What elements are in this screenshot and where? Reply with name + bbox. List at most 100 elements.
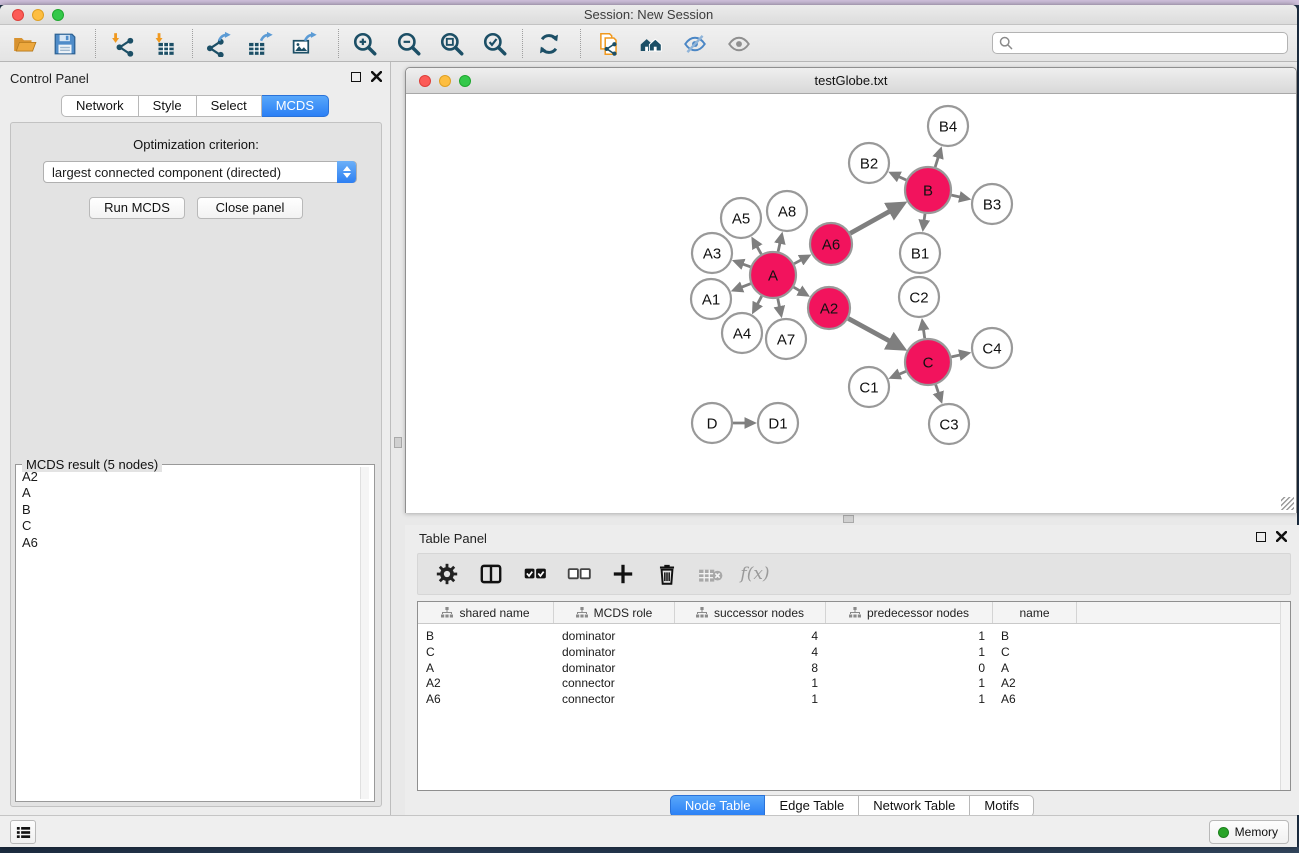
- new-network-from-selection-icon[interactable]: [594, 30, 624, 57]
- table-tab-motifs[interactable]: Motifs: [970, 795, 1034, 817]
- deselect-all-checkboxes-icon[interactable]: [564, 559, 594, 589]
- open-session-icon[interactable]: [10, 30, 40, 57]
- graph-node-B1[interactable]: B1: [900, 233, 940, 273]
- tab-select[interactable]: Select: [197, 95, 262, 117]
- edge-A-A1[interactable]: [734, 284, 750, 290]
- network-canvas[interactable]: B4B2BB3A8A5A6A3B1AC2A1A2A4A7C4CC1C3DD1: [406, 94, 1296, 513]
- graph-node-A1[interactable]: A1: [691, 279, 731, 319]
- edge-A-A3[interactable]: [735, 261, 750, 266]
- column-header-predecessor-nodes[interactable]: predecessor nodes: [826, 602, 993, 623]
- table-tab-edge-table[interactable]: Edge Table: [765, 795, 859, 817]
- column-header-successor-nodes[interactable]: successor nodes: [675, 602, 826, 623]
- tab-style[interactable]: Style: [139, 95, 197, 117]
- show-columns-icon[interactable]: [476, 559, 506, 589]
- mcds-result-item[interactable]: A2: [18, 469, 358, 485]
- zoom-in-icon[interactable]: [350, 30, 380, 57]
- edge-B-B2[interactable]: [892, 173, 907, 180]
- close-panel-icon[interactable]: [371, 71, 382, 82]
- edge-A-A6[interactable]: [794, 256, 808, 264]
- edge-A-A5[interactable]: [753, 240, 761, 254]
- column-header-shared-name[interactable]: shared name: [418, 602, 554, 623]
- graph-node-A2[interactable]: A2: [808, 287, 850, 329]
- mcds-result-item[interactable]: A6: [18, 535, 358, 551]
- close-panel-button[interactable]: Close panel: [197, 197, 303, 219]
- mcds-list-scrollbar[interactable]: [360, 467, 369, 799]
- add-row-icon[interactable]: [608, 559, 638, 589]
- graph-node-A8[interactable]: A8: [767, 191, 807, 231]
- horizontal-splitter-handle[interactable]: [843, 515, 854, 523]
- edge-A2-C[interactable]: [848, 319, 902, 348]
- float-table-panel-icon[interactable]: [1256, 532, 1266, 542]
- refresh-view-icon[interactable]: [534, 30, 564, 57]
- first-neighbors-icon[interactable]: [636, 30, 666, 57]
- zoom-fit-icon[interactable]: [437, 30, 467, 57]
- edge-B-B1[interactable]: [923, 214, 925, 229]
- show-all-icon[interactable]: [724, 30, 754, 57]
- table-row[interactable]: Adominator80A: [418, 661, 1290, 677]
- tab-network[interactable]: Network: [61, 95, 139, 117]
- graph-node-B2[interactable]: B2: [849, 143, 889, 183]
- column-header-MCDS-role[interactable]: MCDS role: [554, 602, 675, 623]
- edge-A-A7[interactable]: [778, 299, 781, 315]
- table-row[interactable]: Cdominator41C: [418, 645, 1290, 661]
- edge-B-B4[interactable]: [935, 150, 940, 167]
- hide-selected-icon[interactable]: [680, 30, 710, 57]
- graph-node-A3[interactable]: A3: [692, 233, 732, 273]
- float-panel-icon[interactable]: [351, 72, 361, 82]
- graph-node-A4[interactable]: A4: [722, 313, 762, 353]
- network-window-titlebar[interactable]: testGlobe.txt: [406, 68, 1296, 94]
- select-all-checkboxes-icon[interactable]: [520, 559, 550, 589]
- edge-A-A2[interactable]: [794, 287, 807, 295]
- graph-node-C2[interactable]: C2: [899, 277, 939, 317]
- graph-node-A6[interactable]: A6: [810, 223, 852, 265]
- memory-button[interactable]: Memory: [1209, 820, 1289, 844]
- save-session-icon[interactable]: [50, 30, 80, 57]
- edge-C-C2[interactable]: [922, 322, 924, 339]
- node-table[interactable]: shared nameMCDS rolesuccessor nodesprede…: [417, 601, 1291, 791]
- export-network-icon[interactable]: [204, 30, 234, 57]
- table-scrollbar[interactable]: [1280, 602, 1290, 790]
- edge-C-C4[interactable]: [951, 353, 967, 357]
- vertical-splitter-handle[interactable]: [394, 437, 402, 448]
- delete-table-icon[interactable]: [696, 559, 726, 589]
- table-row[interactable]: A2connector11A2: [418, 676, 1290, 692]
- edge-A-A8[interactable]: [778, 235, 782, 251]
- graph-node-B3[interactable]: B3: [972, 184, 1012, 224]
- window-resize-grip[interactable]: [1281, 497, 1294, 510]
- graph-node-C4[interactable]: C4: [972, 328, 1012, 368]
- graph-node-C[interactable]: C: [905, 339, 951, 385]
- search-input[interactable]: [992, 32, 1288, 54]
- export-table-icon[interactable]: [246, 30, 276, 57]
- zoom-selected-icon[interactable]: [480, 30, 510, 57]
- graph-node-A[interactable]: A: [750, 252, 796, 298]
- edge-C-C3[interactable]: [936, 385, 941, 401]
- delete-rows-icon[interactable]: [652, 559, 682, 589]
- graph-node-C1[interactable]: C1: [849, 367, 889, 407]
- edge-A6-B[interactable]: [850, 204, 902, 233]
- mcds-result-item[interactable]: A: [18, 485, 358, 501]
- graph-node-D1[interactable]: D1: [758, 403, 798, 443]
- edge-A-A4[interactable]: [754, 296, 762, 311]
- main-titlebar[interactable]: Session: New Session: [0, 5, 1297, 25]
- zoom-out-icon[interactable]: [394, 30, 424, 57]
- mcds-result-item[interactable]: C: [18, 518, 358, 534]
- edge-C-C1[interactable]: [892, 371, 906, 377]
- mcds-result-list[interactable]: A2ABCA6: [18, 469, 358, 799]
- column-header-name[interactable]: name: [993, 602, 1077, 623]
- graph-node-D[interactable]: D: [692, 403, 732, 443]
- export-image-icon[interactable]: [290, 30, 320, 57]
- import-table-icon[interactable]: [150, 30, 180, 57]
- table-row[interactable]: Bdominator41B: [418, 629, 1290, 645]
- criterion-dropdown[interactable]: largest connected component (directed): [43, 161, 357, 183]
- mcds-result-item[interactable]: B: [18, 502, 358, 518]
- graph-node-A7[interactable]: A7: [766, 319, 806, 359]
- tab-mcds[interactable]: MCDS: [262, 95, 329, 117]
- graph-node-B4[interactable]: B4: [928, 106, 968, 146]
- graph-node-C3[interactable]: C3: [929, 404, 969, 444]
- table-tab-node-table[interactable]: Node Table: [670, 795, 766, 817]
- run-mcds-button[interactable]: Run MCDS: [89, 197, 185, 219]
- table-options-icon[interactable]: [432, 559, 462, 589]
- show-panels-button[interactable]: [10, 820, 36, 844]
- edge-B-B3[interactable]: [951, 195, 967, 199]
- function-builder-icon[interactable]: f(x): [740, 559, 770, 589]
